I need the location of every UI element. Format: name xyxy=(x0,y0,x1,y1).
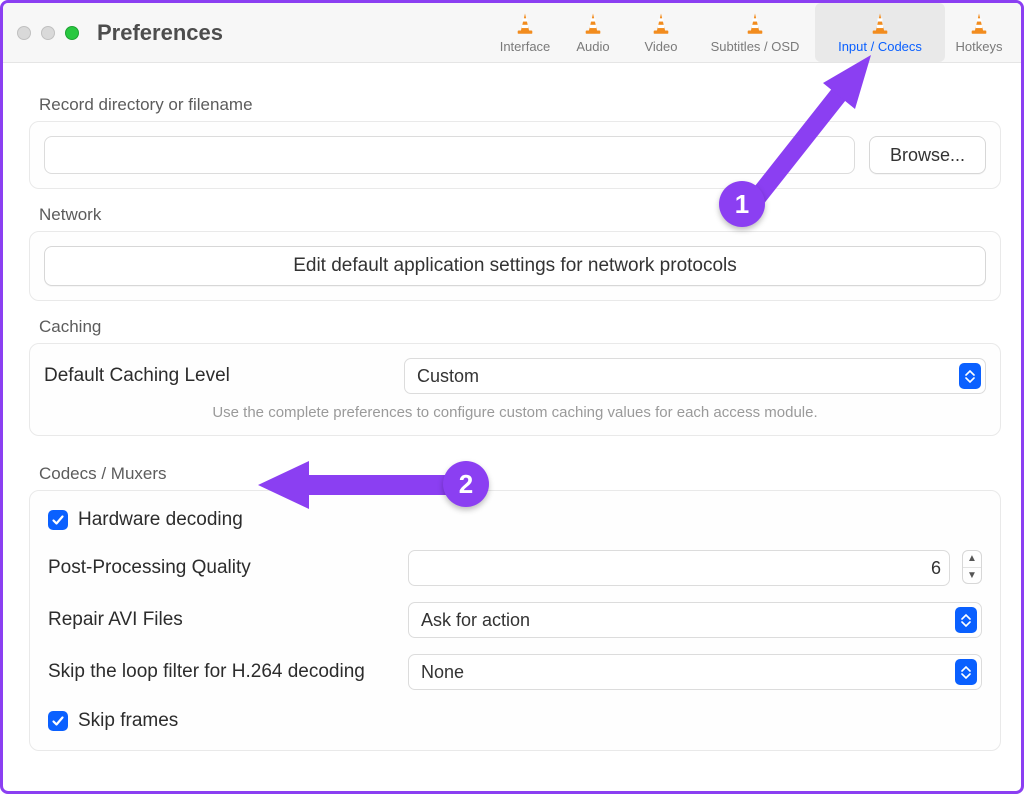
stepper-up-icon[interactable]: ▲ xyxy=(963,551,981,568)
select-value: None xyxy=(421,662,464,683)
tab-video[interactable]: Video xyxy=(627,3,695,62)
record-group: Browse... xyxy=(29,121,1001,189)
checkbox-label: Skip frames xyxy=(78,710,178,732)
window-title: Preferences xyxy=(97,20,223,46)
hardware-decoding-checkbox[interactable]: Hardware decoding xyxy=(48,509,243,531)
vlc-cone-icon xyxy=(580,11,606,37)
vlc-cone-icon xyxy=(512,11,538,37)
toolbar-tabs: Interface Audio Video Subtitles / OSD In… xyxy=(491,3,1013,62)
chevron-updown-icon xyxy=(959,363,981,389)
caching-hint: Use the complete preferences to configur… xyxy=(44,404,986,421)
select-value: Ask for action xyxy=(421,610,530,631)
post-processing-label: Post-Processing Quality xyxy=(48,557,408,579)
stepper-down-icon[interactable]: ▼ xyxy=(963,568,981,584)
tab-label: Input / Codecs xyxy=(838,39,922,54)
section-label-network: Network xyxy=(39,205,995,225)
repair-avi-select[interactable]: Ask for action xyxy=(408,602,982,638)
checkbox-label: Hardware decoding xyxy=(78,509,243,531)
skip-loop-select[interactable]: None xyxy=(408,654,982,690)
codecs-group: Hardware decoding Post-Processing Qualit… xyxy=(29,490,1001,751)
browse-button[interactable]: Browse... xyxy=(869,136,986,174)
section-label-record: Record directory or filename xyxy=(39,95,995,115)
network-settings-button[interactable]: Edit default application settings for ne… xyxy=(44,246,986,286)
caching-group: Default Caching Level Custom Use the com… xyxy=(29,343,1001,436)
window-controls xyxy=(17,26,79,40)
record-path-input[interactable] xyxy=(44,136,855,174)
tab-label: Hotkeys xyxy=(956,39,1003,54)
section-label-codecs: Codecs / Muxers xyxy=(39,464,995,484)
select-value: Custom xyxy=(417,366,479,387)
tab-input-codecs[interactable]: Input / Codecs xyxy=(815,3,945,62)
vlc-cone-icon xyxy=(742,11,768,37)
network-group: Edit default application settings for ne… xyxy=(29,231,1001,301)
preferences-window: { "window": { "title": "Preferences" }, … xyxy=(0,0,1024,794)
checkbox-checked-icon xyxy=(48,711,68,731)
vlc-cone-icon xyxy=(648,11,674,37)
quantity-stepper[interactable]: ▲ ▼ xyxy=(962,550,982,584)
skip-frames-checkbox[interactable]: Skip frames xyxy=(48,710,178,732)
titlebar: Preferences Interface Audio Video Subtit… xyxy=(3,3,1021,63)
repair-avi-label: Repair AVI Files xyxy=(48,609,408,631)
tab-audio[interactable]: Audio xyxy=(559,3,627,62)
tab-label: Audio xyxy=(576,39,609,54)
tab-label: Subtitles / OSD xyxy=(711,39,800,54)
vlc-cone-icon xyxy=(867,11,893,37)
close-window-button[interactable] xyxy=(17,26,31,40)
checkbox-checked-icon xyxy=(48,510,68,530)
section-label-caching: Caching xyxy=(39,317,995,337)
tab-hotkeys[interactable]: Hotkeys xyxy=(945,3,1013,62)
tab-interface[interactable]: Interface xyxy=(491,3,559,62)
skip-loop-label: Skip the loop filter for H.264 decoding xyxy=(48,661,408,683)
minimize-window-button[interactable] xyxy=(41,26,55,40)
caching-level-label: Default Caching Level xyxy=(44,365,404,387)
tab-label: Interface xyxy=(500,39,551,54)
button-label: Browse... xyxy=(890,145,965,166)
tab-label: Video xyxy=(644,39,677,54)
zoom-window-button[interactable] xyxy=(65,26,79,40)
preferences-content: Record directory or filename Browse... N… xyxy=(3,63,1021,777)
post-processing-input[interactable]: 6 xyxy=(408,550,950,586)
number-value: 6 xyxy=(931,558,941,579)
chevron-updown-icon xyxy=(955,659,977,685)
vlc-cone-icon xyxy=(966,11,992,37)
tab-subtitles[interactable]: Subtitles / OSD xyxy=(695,3,815,62)
chevron-updown-icon xyxy=(955,607,977,633)
caching-level-select[interactable]: Custom xyxy=(404,358,986,394)
button-label: Edit default application settings for ne… xyxy=(293,255,737,277)
